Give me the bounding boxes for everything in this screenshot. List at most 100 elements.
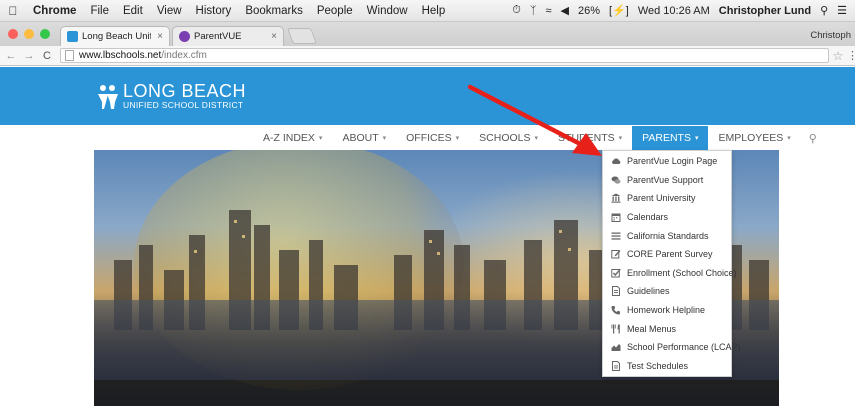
- list-icon: [611, 232, 621, 240]
- menu-app-name[interactable]: Chrome: [26, 5, 83, 17]
- dropdown-item-guidelines[interactable]: Guidelines: [603, 282, 731, 301]
- dropdown-item-parentvue-support[interactable]: ParentVue Support: [603, 171, 731, 190]
- apple-icon[interactable]: : [0, 4, 26, 18]
- dropdown-item-test-schedules[interactable]: Test Schedules: [603, 357, 731, 376]
- nav-students[interactable]: STUDENTS ▾: [548, 126, 632, 150]
- nav-about[interactable]: ABOUT ▾: [332, 126, 396, 150]
- address-bar[interactable]: www.lbschools.net /index.cfm: [60, 48, 829, 63]
- dropdown-item-california-standards[interactable]: California Standards: [603, 226, 731, 245]
- dropdown-item-label: ParentVue Support: [627, 174, 704, 185]
- phone-icon: [611, 306, 620, 315]
- chevron-down-icon: ▾: [787, 135, 791, 142]
- dropdown-item-label: School Performance (LCAP): [627, 342, 741, 353]
- dropdown-item-label: ParentVue Login Page: [627, 156, 718, 167]
- menu-window[interactable]: Window: [360, 5, 415, 17]
- tab-label: Long Beach Unified Schoo: [82, 31, 151, 42]
- nav-parents[interactable]: PARENTS ▾: [632, 126, 709, 150]
- chrome-menu-icon[interactable]: ⋮: [847, 49, 855, 62]
- new-tab-button[interactable]: [287, 28, 317, 44]
- dropdown-item-core-parent-survey[interactable]: CORE Parent Survey: [603, 245, 731, 264]
- bluetooth-icon[interactable]: ᛉ: [530, 5, 537, 17]
- edit-icon: [611, 250, 621, 259]
- dropdown-item-enrollment[interactable]: Enrollment (School Choice): [603, 264, 737, 283]
- time-machine-icon[interactable]: ⏱: [512, 4, 521, 17]
- dropdown-item-parent-university[interactable]: Parent University: [603, 189, 731, 208]
- wifi-icon[interactable]: ≈: [545, 5, 551, 17]
- menu-help[interactable]: Help: [415, 5, 453, 17]
- minimize-window-icon[interactable]: [24, 29, 34, 39]
- hero-caption-bar: [94, 380, 779, 406]
- document-icon: [612, 286, 620, 297]
- chevron-down-icon: ▾: [318, 135, 323, 142]
- menu-bookmarks[interactable]: Bookmarks: [238, 5, 310, 17]
- spotlight-icon[interactable]: ⚲: [820, 4, 828, 17]
- close-window-icon[interactable]: [8, 29, 18, 39]
- reload-icon[interactable]: C: [40, 50, 54, 62]
- mac-menu-bar:  Chrome File Edit View History Bookmark…: [0, 0, 855, 22]
- bookmark-star-icon[interactable]: ☆: [829, 49, 847, 63]
- menu-file[interactable]: File: [83, 5, 116, 17]
- utensils-icon: [611, 324, 620, 334]
- nav-az-index[interactable]: A-Z INDEX ▾: [253, 126, 332, 150]
- nav-label: ABOUT: [342, 132, 379, 144]
- chevron-down-icon: ▾: [455, 135, 460, 142]
- user-name[interactable]: Christopher Lund: [719, 5, 811, 17]
- cloud-icon: [612, 158, 621, 165]
- back-arrow-icon[interactable]: ←: [4, 50, 18, 62]
- menu-history[interactable]: History: [189, 5, 239, 17]
- dropdown-item-label: Test Schedules: [627, 360, 689, 371]
- menu-people[interactable]: People: [310, 5, 360, 17]
- menu-view[interactable]: View: [150, 5, 189, 17]
- dropdown-item-parentvue-login[interactable]: ParentVue Login Page: [603, 152, 731, 171]
- site-header: LONG BEACH UNIFIED SCHOOL DISTRICT: [0, 67, 855, 125]
- profile-button[interactable]: Christoph: [810, 30, 855, 46]
- nav-schools[interactable]: SCHOOLS ▾: [469, 126, 548, 150]
- window-controls: [0, 29, 60, 39]
- status-area: ⏱ ᛉ ≈ ◀ 26% [⚡] Wed 10:26 AM Christopher…: [512, 4, 855, 17]
- parentvue-favicon-icon: [179, 31, 190, 42]
- nav-label: PARENTS: [642, 132, 691, 144]
- dropdown-item-school-performance[interactable]: School Performance (LCAP): [603, 338, 741, 357]
- dropdown-item-meal-menus[interactable]: Meal Menus: [603, 319, 731, 338]
- dropdown-item-homework-helpline[interactable]: Homework Helpline: [603, 301, 731, 320]
- chevron-down-icon: ▾: [534, 135, 539, 142]
- logo-subtitle: UNIFIED SCHOOL DISTRICT: [123, 100, 244, 110]
- dropdown-item-label: Guidelines: [627, 286, 670, 297]
- web-page: LONG BEACH UNIFIED SCHOOL DISTRICT A-Z I…: [0, 67, 855, 406]
- nav-label: STUDENTS: [558, 132, 615, 144]
- parents-dropdown-menu: ParentVue Login Page ParentVue Support P…: [602, 150, 741, 378]
- nav-label: EMPLOYEES: [718, 132, 784, 144]
- chevron-down-icon: ▾: [382, 135, 387, 142]
- battery-icon[interactable]: [⚡]: [609, 4, 629, 17]
- close-tab-icon[interactable]: ×: [157, 31, 163, 42]
- site-logo[interactable]: LONG BEACH UNIFIED SCHOOL DISTRICT: [97, 82, 246, 111]
- tab-label: ParentVUE: [194, 31, 242, 42]
- volume-icon[interactable]: ◀: [561, 4, 569, 17]
- search-icon[interactable]: ⚲: [801, 132, 825, 145]
- clock[interactable]: Wed 10:26 AM: [638, 5, 710, 17]
- url-path: /index.cfm: [161, 50, 207, 61]
- forward-arrow-icon[interactable]: →: [22, 50, 36, 62]
- building-icon: [611, 193, 621, 204]
- page-icon: [65, 50, 74, 61]
- nav-employees[interactable]: EMPLOYEES ▾: [708, 126, 800, 150]
- menu-edit[interactable]: Edit: [116, 5, 150, 17]
- browser-toolbar: ← → C www.lbschools.net /index.cfm ☆ ⋮: [0, 46, 855, 66]
- lbusd-favicon-icon: [67, 31, 78, 42]
- nav-offices[interactable]: OFFICES ▾: [396, 126, 469, 150]
- url-domain: www.lbschools.net: [79, 50, 162, 61]
- calendar-icon: [611, 213, 621, 223]
- dropdown-item-label: Calendars: [627, 212, 669, 223]
- chevron-down-icon: ▾: [694, 135, 699, 142]
- dropdown-item-label: Meal Menus: [627, 323, 677, 334]
- main-nav: A-Z INDEX ▾ ABOUT ▾ OFFICES ▾ SCHOOLS ▾ STUD…: [253, 126, 825, 150]
- file-icon: [612, 360, 620, 371]
- tab-parentvue[interactable]: ParentVUE ×: [172, 26, 284, 46]
- tab-lbusd[interactable]: Long Beach Unified Schoo ×: [60, 26, 170, 46]
- tab-strip: Long Beach Unified Schoo × ParentVUE × C…: [0, 22, 855, 46]
- zoom-window-icon[interactable]: [40, 29, 50, 39]
- close-tab-icon[interactable]: ×: [271, 31, 277, 42]
- chat-icon: [611, 176, 621, 184]
- dropdown-item-calendars[interactable]: Calendars: [603, 208, 731, 227]
- notification-center-icon[interactable]: ☰: [837, 4, 847, 17]
